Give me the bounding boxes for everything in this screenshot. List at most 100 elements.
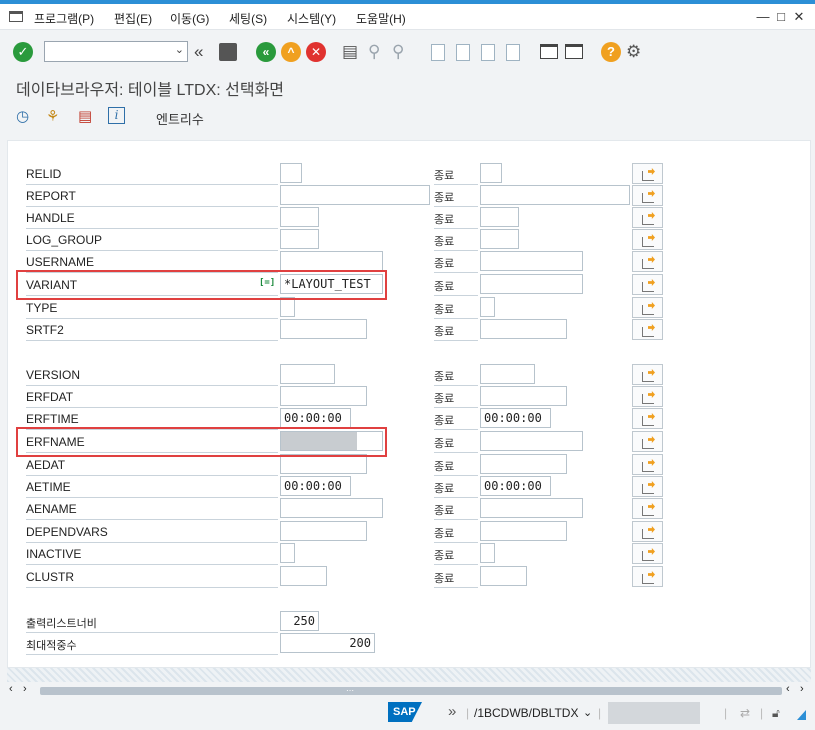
srtf2-to-input[interactable] [480,319,567,339]
menu-program[interactable]: 프로그램(P) [34,10,94,27]
erfdat-from-input[interactable] [280,386,367,406]
maximize-icon[interactable]: □ [772,8,790,26]
report-from-input[interactable] [280,185,430,205]
handle-to-input[interactable] [480,207,519,227]
execute-icon[interactable]: ◷ [16,107,29,125]
multiple-selection-button[interactable] [632,431,663,452]
max-hits-input[interactable]: 200 [280,633,375,653]
first-page-icon[interactable] [431,44,445,61]
version-from-input[interactable] [280,364,335,384]
version-to-input[interactable] [480,364,535,384]
erfname-to-input[interactable] [480,431,583,451]
minimize-icon[interactable]: — [754,8,772,26]
next-page-icon[interactable] [481,44,495,61]
scroll-right-icon[interactable]: › [23,683,27,695]
multiple-selection-button[interactable] [632,163,663,184]
multiple-selection-button[interactable] [632,566,663,587]
output-width-input[interactable]: 250 [280,611,319,631]
relid-to-input[interactable] [480,163,502,183]
multiple-selection-button[interactable] [632,207,663,228]
multiple-selection-button[interactable] [632,251,663,272]
new-session-icon[interactable] [540,44,558,59]
log-group-from-input[interactable] [280,229,319,249]
scroll-left-icon[interactable]: ‹ [786,683,790,695]
horizontal-scrollbar[interactable] [40,687,782,695]
double-chevron-left-icon[interactable]: « [194,42,203,62]
aedat-to-input[interactable] [480,454,567,474]
scroll-left-icon[interactable]: ‹ [9,683,13,695]
multiple-selection-button[interactable] [632,274,663,295]
previous-page-icon[interactable] [456,44,470,61]
aename-to-input[interactable] [480,498,583,518]
cancel-icon[interactable]: ✕ [306,42,326,62]
multiple-selection-button[interactable] [632,319,663,340]
command-input[interactable] [45,42,169,61]
username-to-input[interactable] [480,251,583,271]
dependvars-to-input[interactable] [480,521,567,541]
menu-settings[interactable]: 세팅(S) [229,10,267,27]
multiple-selection-button[interactable] [632,185,663,206]
handle-from-input[interactable] [280,207,319,227]
aename-from-input[interactable] [280,498,383,518]
aedat-from-input[interactable] [280,454,367,474]
erfdat-to-input[interactable] [480,386,567,406]
erftime-to-input[interactable]: 00:00:00 [480,408,551,428]
resize-grip-icon[interactable] [797,710,806,720]
menu-help[interactable]: 도움말(H) [356,10,406,27]
report-to-input[interactable] [480,185,630,205]
dependvars-from-input[interactable] [280,521,367,541]
back-icon[interactable]: « [256,42,276,62]
delete-selection-icon[interactable]: ▤ [78,107,92,125]
multiple-selection-button[interactable] [632,297,663,318]
multiple-selection-button[interactable] [632,408,663,429]
lock-icon[interactable]: 🔓︎ [772,706,780,721]
multiple-selection-button[interactable] [632,229,663,250]
clustr-from-input[interactable] [280,566,327,586]
chevron-down-icon[interactable]: ⌄ [175,43,184,56]
username-from-input[interactable] [280,251,383,271]
find-next-icon[interactable]: ⚲ [392,42,404,62]
close-icon[interactable]: ✕ [790,8,808,26]
menu-goto[interactable]: 이동(G) [170,10,209,27]
exit-icon[interactable]: ^ [281,42,301,62]
multiple-selection-button[interactable] [632,498,663,519]
variant-to-input[interactable] [480,274,583,294]
inactive-to-input[interactable] [480,543,495,563]
type-to-input[interactable] [480,297,495,317]
number-of-entries-button[interactable]: 엔트리수 [156,109,204,128]
srtf2-from-input[interactable] [280,319,367,339]
enter-check-icon[interactable]: ✓ [13,42,33,62]
aetime-from-input[interactable]: 00:00:00 [280,476,351,496]
aetime-to-input[interactable]: 00:00:00 [480,476,551,496]
scroll-right-icon[interactable]: › [800,683,804,695]
multiple-selection-button[interactable] [632,364,663,385]
menu-edit[interactable]: 편집(E) [114,10,152,27]
double-chevron-right-icon[interactable]: » [448,703,456,720]
chevron-down-icon[interactable]: ⌄ [583,706,592,719]
info-icon[interactable]: i [108,107,125,124]
clustr-to-input[interactable] [480,566,527,586]
multiple-selection-button[interactable] [632,543,663,564]
multiple-selection-button[interactable] [632,521,663,542]
type-from-input[interactable] [280,297,295,317]
debug-icon[interactable]: ⚘ [46,107,59,125]
log-group-to-input[interactable] [480,229,519,249]
field-label: ERFDAT [26,390,278,408]
help-icon[interactable]: ? [601,42,621,62]
shortcut-icon[interactable] [565,44,583,59]
system-menu-icon[interactable] [9,11,23,22]
command-field[interactable]: ⌄ [44,41,188,62]
multiple-selection-button[interactable] [632,454,663,475]
erftime-from-input[interactable]: 00:00:00 [280,408,351,428]
menu-system[interactable]: 시스템(Y) [287,10,336,27]
last-page-icon[interactable] [506,44,520,61]
save-icon[interactable] [219,43,237,61]
gear-icon[interactable]: ⚙ [626,42,641,62]
transaction-code[interactable]: /1BCDWB/DBLTDX [474,706,578,720]
inactive-from-input[interactable] [280,543,295,563]
find-icon[interactable]: ⚲ [368,42,380,62]
relid-from-input[interactable] [280,163,302,183]
multiple-selection-button[interactable] [632,386,663,407]
multiple-selection-button[interactable] [632,476,663,497]
print-icon[interactable]: ▤ [342,42,358,62]
